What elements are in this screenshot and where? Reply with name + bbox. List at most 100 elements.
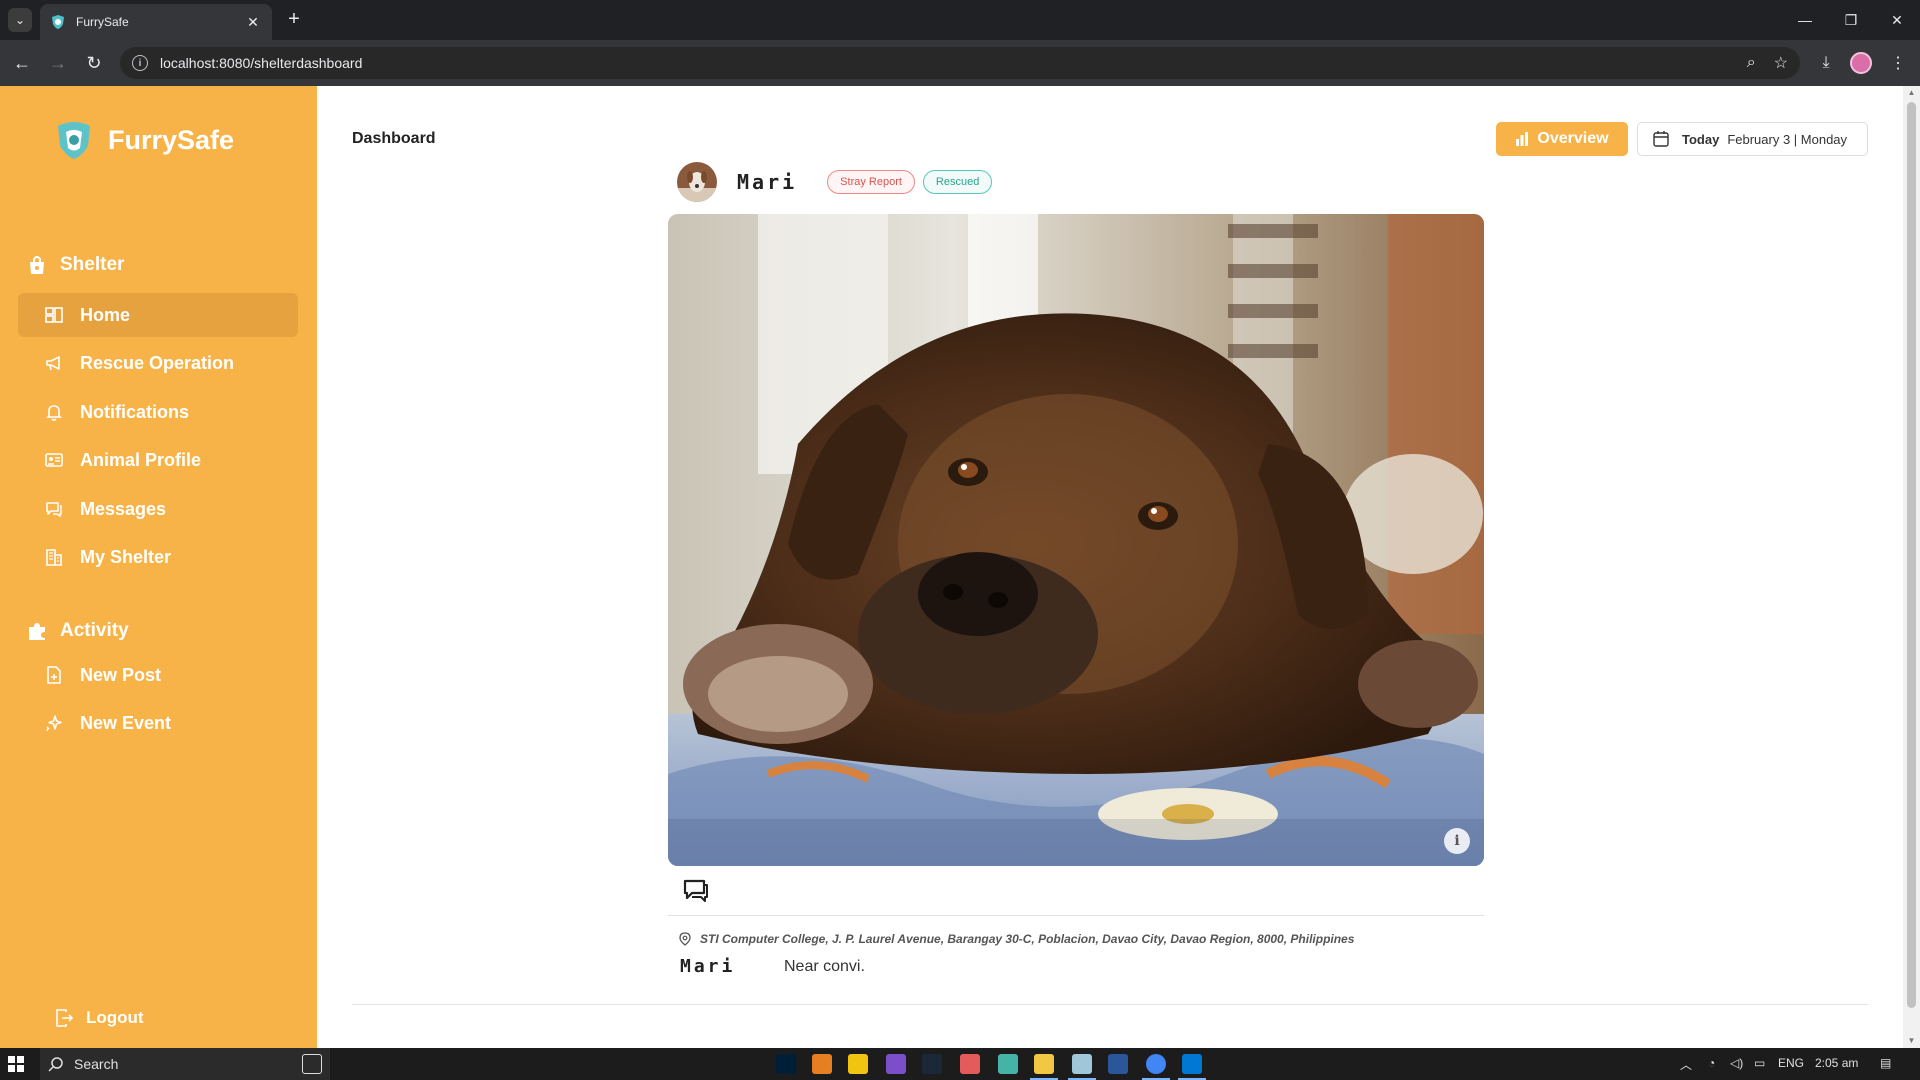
- task-view-icon[interactable]: [302, 1054, 322, 1074]
- brand-name: FurrySafe: [108, 124, 235, 155]
- forward-icon[interactable]: →: [46, 51, 70, 75]
- taskbar-search[interactable]: Search: [40, 1048, 330, 1080]
- new-file-icon: [47, 666, 61, 684]
- word-icon[interactable]: [1108, 1054, 1128, 1074]
- close-window-button[interactable]: ✕: [1874, 0, 1920, 40]
- section-activity-label: Activity: [60, 620, 129, 641]
- battery-icon[interactable]: ▭: [1754, 1056, 1765, 1070]
- page-title: Dashboard: [352, 130, 436, 147]
- sidebar-item-my-shelter[interactable]: My Shelter: [18, 535, 298, 579]
- scroll-down-icon[interactable]: ▼: [1903, 1034, 1920, 1048]
- sidebar-item-label: Notifications: [80, 401, 190, 422]
- notification-center-icon[interactable]: ▤: [1880, 1056, 1891, 1070]
- sidebar-item-new-post[interactable]: New Post: [18, 653, 298, 697]
- file-explorer-icon[interactable]: [1030, 1054, 1058, 1080]
- download-icon[interactable]: ⤓: [1814, 51, 1838, 75]
- tray-chevron-icon[interactable]: ︿: [1680, 1056, 1692, 1073]
- search-icon: [48, 1057, 63, 1072]
- comment-icon: [683, 879, 708, 902]
- bell-icon: [46, 405, 62, 421]
- scrollbar[interactable]: ▲ ▼: [1903, 86, 1920, 1048]
- app-shield-icon[interactable]: [998, 1054, 1018, 1074]
- home-icon: [45, 307, 63, 323]
- scroll-up-icon[interactable]: ▲: [1903, 86, 1920, 100]
- calendar-icon: [1653, 131, 1669, 147]
- bookmark-star-icon[interactable]: ☆: [1774, 53, 1788, 73]
- dog-photo: [668, 214, 1484, 866]
- avatar[interactable]: [677, 162, 717, 202]
- post-header: Mari Stray Report Rescued: [677, 162, 1000, 202]
- status-badge-rescued: Rescued: [922, 170, 993, 194]
- puzzle-icon: [29, 623, 45, 640]
- profile-avatar[interactable]: [1850, 52, 1872, 74]
- app-red-icon[interactable]: [960, 1054, 980, 1074]
- browser-tab-bar: ⌄ FurrySafe ✕ + — ❐ ✕: [0, 0, 1920, 40]
- photo-info-icon[interactable]: i: [1444, 828, 1470, 854]
- app-yellow-icon[interactable]: [848, 1054, 868, 1074]
- section-activity: Activity: [26, 620, 129, 642]
- shelter-bag-icon: [30, 256, 44, 274]
- browser-toolbar: ← → ↻ i localhost:8080/shelterdashboard …: [0, 40, 1920, 86]
- building-icon: [46, 549, 62, 566]
- visual-studio-icon[interactable]: [886, 1054, 906, 1074]
- sidebar-item-label: Messages: [80, 498, 167, 519]
- notepad-icon[interactable]: [1068, 1054, 1096, 1080]
- sidebar-item-home[interactable]: Home: [18, 293, 298, 337]
- sidebar-item-animal-profile[interactable]: Animal Profile: [18, 438, 298, 482]
- chat-icon: [46, 502, 62, 518]
- sidebar: FurrySafe Shelter Home Rescue Operation …: [0, 86, 317, 1048]
- volume-icon[interactable]: ◁): [1730, 1056, 1743, 1070]
- site-info-icon[interactable]: i: [132, 55, 148, 71]
- tab-close-icon[interactable]: ✕: [244, 14, 262, 31]
- windows-start-icon[interactable]: [8, 1056, 24, 1072]
- zoom-icon[interactable]: ⌕: [1747, 54, 1756, 72]
- post-photo[interactable]: i: [668, 214, 1484, 866]
- sidebar-item-label: Rescue Operation: [80, 352, 235, 373]
- sidebar-item-label: New Event: [80, 712, 172, 733]
- sidebar-item-new-event[interactable]: New Event: [18, 701, 298, 745]
- clock[interactable]: 2:05 am: [1815, 1056, 1858, 1070]
- status-badge-stray-report: Stray Report: [827, 170, 915, 194]
- new-tab-button[interactable]: +: [282, 8, 306, 32]
- sidebar-item-rescue-operation[interactable]: Rescue Operation: [18, 341, 298, 385]
- back-icon[interactable]: ←: [10, 51, 34, 75]
- minimize-button[interactable]: —: [1782, 0, 1828, 40]
- chrome-icon[interactable]: [1142, 1054, 1170, 1080]
- date-display: Today February 3 | Monday: [1637, 122, 1868, 156]
- address-bar[interactable]: i localhost:8080/shelterdashboard ⌕ ☆: [120, 47, 1800, 79]
- tab-search-button[interactable]: ⌄: [8, 8, 32, 32]
- taskbar-search-label: Search: [74, 1056, 119, 1072]
- browser-tab[interactable]: FurrySafe ✕: [40, 4, 272, 40]
- sparkle-icon: [46, 715, 62, 732]
- chrome-menu-icon[interactable]: ⋮: [1886, 51, 1910, 75]
- sidebar-item-messages[interactable]: Messages: [18, 487, 298, 531]
- logout-button[interactable]: Logout: [54, 1008, 144, 1028]
- section-shelter: Shelter: [26, 254, 124, 276]
- location-pin-icon: [679, 932, 691, 946]
- logout-label: Logout: [86, 1008, 144, 1027]
- caption-text: Near convi.: [784, 957, 865, 975]
- comment-button[interactable]: [680, 874, 712, 906]
- sidebar-item-label: Animal Profile: [80, 449, 202, 470]
- overview-button[interactable]: Overview: [1496, 122, 1628, 156]
- page-viewport: FurrySafe Shelter Home Rescue Operation …: [0, 86, 1920, 1048]
- furrysafe-logo-icon: [58, 122, 90, 159]
- sidebar-item-label: New Post: [80, 664, 162, 685]
- reload-icon[interactable]: ↻: [82, 51, 106, 75]
- url-text[interactable]: localhost:8080/shelterdashboard: [160, 55, 1729, 71]
- post-divider: [668, 915, 1484, 916]
- vscode-icon[interactable]: [1178, 1054, 1206, 1080]
- wifi-icon[interactable]: ◔: [1708, 1056, 1715, 1070]
- taskbar: Search ︿ ◔ ◁) ▭ ENG 2:05 am ▤: [0, 1048, 1920, 1080]
- caption-author[interactable]: Mari: [680, 956, 784, 977]
- sidebar-item-notifications[interactable]: Notifications: [18, 390, 298, 434]
- bar-chart-icon: [1516, 132, 1529, 146]
- language-indicator[interactable]: ENG: [1778, 1056, 1804, 1070]
- brand[interactable]: FurrySafe: [52, 120, 234, 160]
- scroll-thumb[interactable]: [1907, 102, 1916, 1008]
- post-author[interactable]: Mari: [737, 170, 797, 194]
- restore-button[interactable]: ❐: [1828, 0, 1874, 40]
- steam-icon[interactable]: [922, 1054, 942, 1074]
- photoshop-icon[interactable]: [776, 1054, 796, 1074]
- app-orange-icon[interactable]: [812, 1054, 832, 1074]
